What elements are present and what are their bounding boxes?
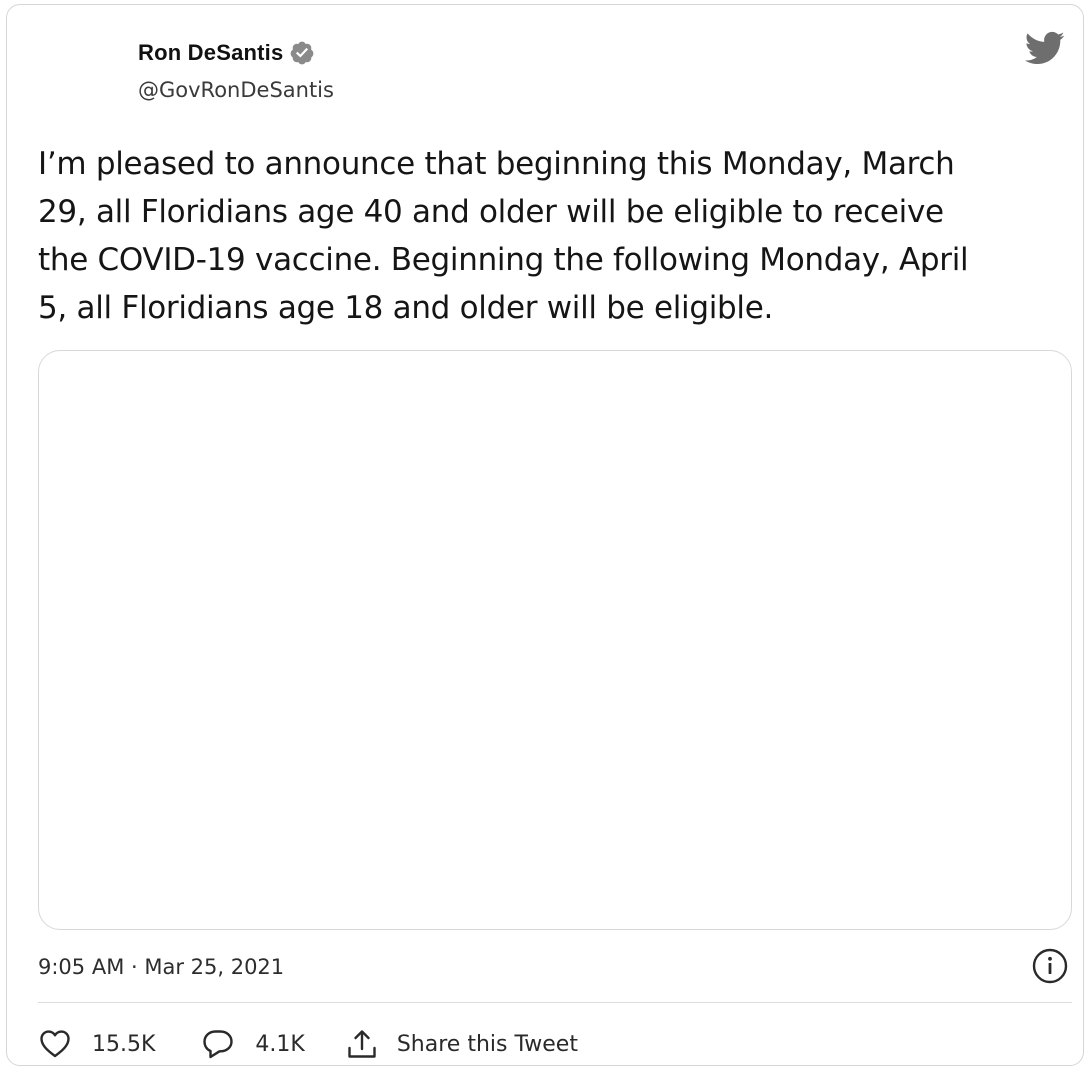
like-button[interactable]: 15.5K (38, 1027, 155, 1061)
author-name-row[interactable]: Ron DeSantis (138, 40, 315, 66)
heart-icon (38, 1027, 72, 1061)
reply-bubble-icon (201, 1027, 235, 1061)
share-icon (345, 1027, 379, 1061)
avatar[interactable] (38, 38, 108, 108)
tweet-actions: 15.5K 4.1K Share this Tweet (38, 1024, 578, 1064)
info-icon[interactable] (1030, 946, 1070, 986)
author-display-name[interactable]: Ron DeSantis (138, 40, 283, 66)
divider (38, 1002, 1072, 1003)
like-count: 15.5K (92, 1031, 156, 1057)
verified-badge-icon (289, 40, 315, 66)
media-card[interactable] (38, 350, 1072, 930)
tweet-timestamp[interactable]: 9:05 AM · Mar 25, 2021 (38, 955, 284, 979)
reply-button[interactable]: 4.1K (201, 1027, 305, 1061)
share-label: Share this Tweet (396, 1031, 578, 1057)
tweet-text: I’m pleased to announce that beginning t… (38, 146, 969, 326)
twitter-bird-icon[interactable] (1022, 28, 1068, 68)
author-handle[interactable]: @GovRonDeSantis (138, 78, 334, 102)
reply-count: 4.1K (255, 1031, 305, 1057)
share-button[interactable]: Share this Tweet (345, 1027, 578, 1061)
